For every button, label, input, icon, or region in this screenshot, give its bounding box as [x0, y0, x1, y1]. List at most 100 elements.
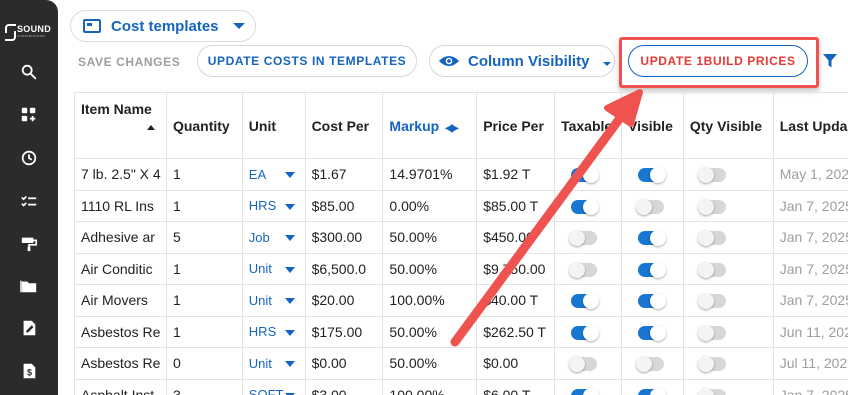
visible-toggle[interactable] [637, 293, 666, 310]
table-row[interactable]: Air Movers 1 Unit $20.00 100.00% $40.00 T Jan … [74, 284, 848, 317]
qty-visible-toggle[interactable] [697, 261, 726, 278]
visible-toggle[interactable] [637, 261, 666, 278]
taxable-toggle[interactable] [571, 198, 600, 215]
cost-per-cell[interactable]: $300.00 [304, 221, 384, 254]
markup-cell[interactable]: 50.00% [382, 315, 478, 348]
column-header-unit[interactable]: Unit [241, 92, 306, 159]
table-row[interactable]: 1110 RL Ins 1 HRS $85.00 0.00% $85.00 T Jan 7,… [74, 189, 848, 222]
unit-select[interactable]: Unit [241, 347, 306, 380]
unit-select[interactable]: SQFT [241, 378, 306, 395]
quantity-cell[interactable]: 1 [165, 315, 243, 348]
taxable-toggle[interactable] [571, 293, 600, 310]
price-per-cell[interactable]: $6.00 T [476, 378, 556, 395]
price-per-cell[interactable]: $1.92 T [476, 158, 556, 191]
qty-visible-toggle[interactable] [697, 167, 726, 184]
taxable-toggle[interactable] [571, 387, 600, 395]
markup-cell[interactable]: 100.00% [382, 378, 478, 395]
visible-toggle[interactable] [635, 198, 664, 215]
table-row[interactable]: Adhesive ar 5 Job $300.00 50.00% $450.00 Jan 7… [74, 221, 848, 254]
column-visibility-dropdown[interactable]: Column Visibility [429, 45, 615, 77]
column-header-quantity[interactable]: Quantity [165, 92, 243, 159]
cost-per-cell[interactable]: $0.00 [304, 347, 384, 380]
table-row[interactable]: Air Conditic 1 Unit $6,500.0 50.00% $9,750.00… [74, 252, 848, 285]
qty-visible-toggle[interactable] [697, 293, 726, 310]
qty-visible-toggle[interactable] [697, 387, 726, 395]
taxable-toggle[interactable] [571, 167, 600, 184]
sidebar-item-tasks[interactable] [19, 191, 39, 211]
column-header-last-updated[interactable]: Last Upda [772, 92, 848, 159]
table-row[interactable]: Asbestos Re 1 HRS $175.00 50.00% $262.50 T Jun… [74, 315, 848, 348]
quantity-cell[interactable]: 0 [165, 347, 243, 380]
table-row[interactable]: Asphalt Inst 3 SQFT $3.00 100.00% $6.00 T Jan … [74, 378, 848, 395]
cost-per-cell[interactable]: $3.00 [304, 378, 384, 395]
sidebar-item-search[interactable] [19, 62, 39, 82]
sidebar-item-documents[interactable] [19, 318, 39, 338]
cost-per-cell[interactable]: $175.00 [304, 315, 384, 348]
column-header-item-name[interactable]: Item Name [74, 92, 167, 159]
item-name-cell[interactable]: Asbestos Re [74, 347, 167, 380]
item-name-cell[interactable]: Asphalt Inst [74, 378, 167, 395]
price-per-cell[interactable]: $0.00 [476, 347, 556, 380]
price-per-cell[interactable]: $40.00 T [476, 284, 556, 317]
item-name-cell[interactable]: Asbestos Re [74, 315, 167, 348]
column-header-qty-visible[interactable]: Qty Visible [682, 92, 774, 159]
markup-cell[interactable]: 50.00% [382, 347, 478, 380]
quantity-cell[interactable]: 1 [165, 189, 243, 222]
column-header-price-per[interactable]: Price Per [476, 92, 556, 159]
sidebar-item-jobs[interactable] [19, 233, 39, 253]
sidebar-item-invoices[interactable]: $ [19, 361, 39, 381]
markup-cell[interactable]: 50.00% [382, 221, 478, 254]
quantity-cell[interactable]: 5 [165, 221, 243, 254]
taxable-toggle[interactable] [569, 230, 598, 247]
brand-logo[interactable]: SOUND CONSTRUCTION [5, 24, 51, 41]
item-name-cell[interactable]: Air Conditic [74, 252, 167, 285]
filter-icon[interactable] [823, 53, 837, 69]
cost-per-cell[interactable]: $20.00 [304, 284, 384, 317]
markup-cell[interactable]: 0.00% [382, 189, 478, 222]
qty-visible-toggle[interactable] [697, 356, 726, 373]
visible-toggle[interactable] [637, 324, 666, 341]
quantity-cell[interactable]: 3 [165, 378, 243, 395]
item-name-cell[interactable]: Adhesive ar [74, 221, 167, 254]
unit-select[interactable]: Unit [241, 252, 306, 285]
unit-select[interactable]: HRS [241, 315, 306, 348]
item-name-cell[interactable]: 1110 RL Ins [74, 189, 167, 222]
visible-toggle[interactable] [637, 167, 666, 184]
column-header-cost-per[interactable]: Cost Per [304, 92, 384, 159]
sidebar-item-files[interactable] [19, 276, 39, 296]
sidebar-item-history[interactable] [19, 148, 39, 168]
visible-toggle[interactable] [637, 387, 666, 395]
column-header-visible[interactable]: Visible [620, 92, 684, 159]
update-costs-in-templates-button[interactable]: UPDATE COSTS IN TEMPLATES [197, 45, 417, 77]
cost-per-cell[interactable]: $85.00 [304, 189, 384, 222]
unit-select[interactable]: Job [241, 221, 306, 254]
cost-per-cell[interactable]: $1.67 [304, 158, 384, 191]
unit-select[interactable]: HRS [241, 189, 306, 222]
column-header-markup[interactable]: Markup ◀▶ [382, 92, 478, 159]
visible-toggle[interactable] [635, 356, 664, 373]
table-row[interactable]: Asbestos Re 0 Unit $0.00 50.00% $0.00 Jul 11, … [74, 347, 848, 380]
price-per-cell[interactable]: $450.00 [476, 221, 556, 254]
unit-select[interactable]: EA [241, 158, 306, 191]
taxable-toggle[interactable] [571, 324, 600, 341]
quantity-cell[interactable]: 1 [165, 252, 243, 285]
sidebar-item-dashboard[interactable] [19, 105, 39, 125]
price-per-cell[interactable]: $262.50 T [476, 315, 556, 348]
price-per-cell[interactable]: $85.00 T [476, 189, 556, 222]
taxable-toggle[interactable] [569, 261, 598, 278]
markup-cell[interactable]: 50.00% [382, 252, 478, 285]
visible-toggle[interactable] [637, 230, 666, 247]
save-changes-button[interactable]: SAVE CHANGES [78, 55, 180, 69]
unit-select[interactable]: Unit [241, 284, 306, 317]
markup-cell[interactable]: 100.00% [382, 284, 478, 317]
table-row[interactable]: 7 lb. 2.5" X 4 1 EA $1.67 14.9701% $1.92 T May… [74, 158, 848, 191]
cost-per-cell[interactable]: $6,500.0 [304, 252, 384, 285]
item-name-cell[interactable]: Air Movers [74, 284, 167, 317]
qty-visible-toggle[interactable] [697, 198, 726, 215]
markup-cell[interactable]: 14.9701% [382, 158, 478, 191]
column-header-taxable[interactable]: Taxable [554, 92, 622, 159]
taxable-toggle[interactable] [569, 356, 598, 373]
qty-visible-toggle[interactable] [697, 230, 726, 247]
quantity-cell[interactable]: 1 [165, 284, 243, 317]
quantity-cell[interactable]: 1 [165, 158, 243, 191]
